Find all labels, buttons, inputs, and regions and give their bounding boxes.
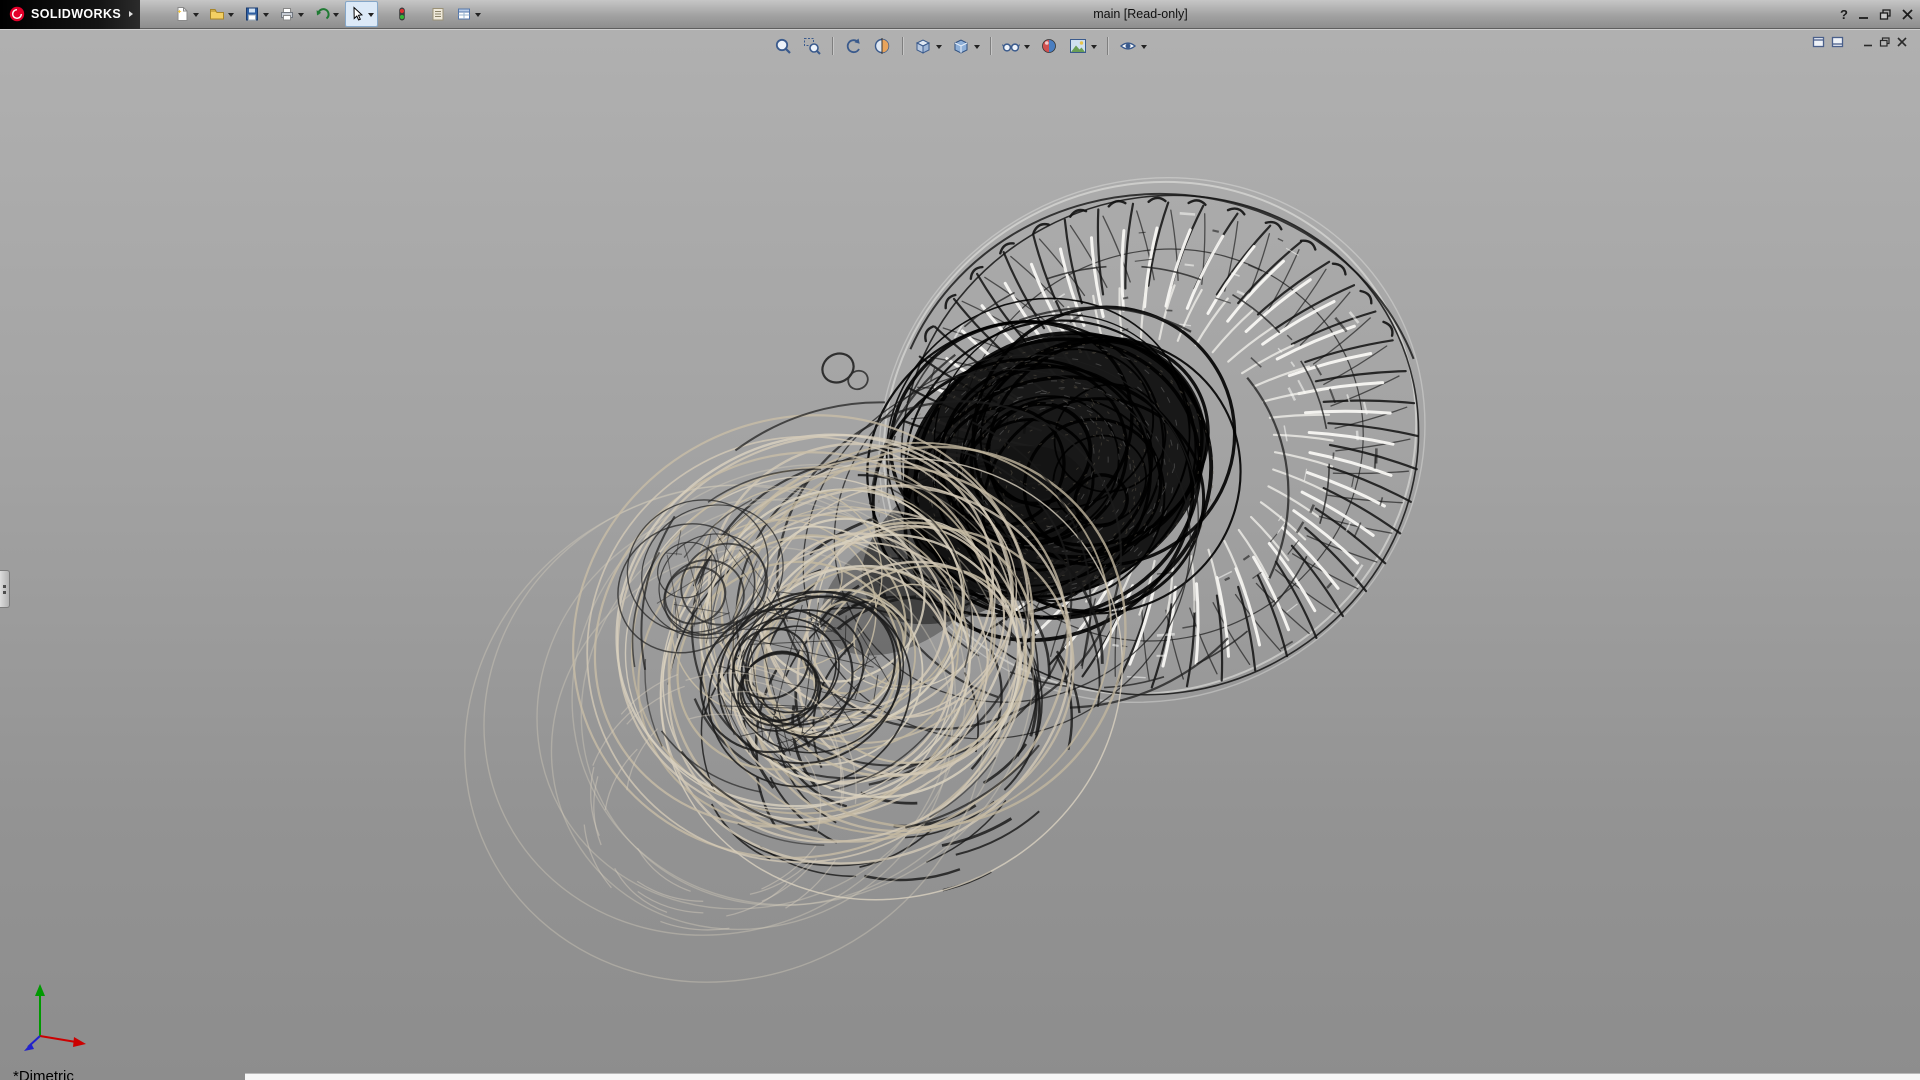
dropdown-caret-icon[interactable] — [974, 45, 980, 52]
zoom-to-area-button[interactable] — [799, 34, 825, 58]
feature-tree-collapsed-tab[interactable] — [0, 570, 10, 608]
print-button[interactable] — [275, 1, 308, 27]
glasses-icon — [1001, 36, 1021, 56]
print-icon — [279, 6, 295, 22]
appearance-ball-icon — [1039, 36, 1059, 56]
new-document-button[interactable] — [170, 1, 203, 27]
edit-appearance-button[interactable] — [1036, 34, 1062, 58]
select-cursor-icon — [349, 6, 365, 22]
options-sheet-button[interactable] — [452, 1, 485, 27]
dropdown-caret-icon[interactable] — [475, 13, 481, 20]
new-document-icon — [174, 6, 190, 22]
minimize-icon — [1857, 9, 1870, 20]
toolbar-separator — [902, 37, 903, 55]
close-button[interactable] — [1901, 9, 1914, 20]
display-style-cube-icon — [951, 36, 971, 56]
section-view-icon — [872, 36, 892, 56]
open-button[interactable] — [205, 1, 238, 27]
toolbar-separator — [1107, 37, 1108, 55]
save-icon — [244, 6, 260, 22]
document-window-controls — [1812, 36, 1908, 48]
doc-window-up-icon — [1812, 36, 1826, 48]
help-button[interactable]: ? — [1840, 0, 1848, 29]
logo-expand-arrow-icon[interactable] — [129, 11, 133, 17]
undo-button[interactable] — [310, 1, 343, 27]
previous-view-button[interactable] — [840, 34, 866, 58]
hide-show-items-button[interactable] — [998, 34, 1033, 58]
toolbar-separator — [990, 37, 991, 55]
toolbar-separator — [832, 37, 833, 55]
status-bar-strip — [245, 1073, 1920, 1080]
scene-icon — [1068, 36, 1088, 56]
select-tool-button[interactable] — [345, 1, 378, 27]
dropdown-caret-icon[interactable] — [333, 13, 339, 20]
restore-button[interactable] — [1879, 9, 1892, 20]
doc-minimize-icon — [1862, 37, 1874, 47]
close-icon — [1901, 9, 1914, 20]
standard-toolbar — [170, 1, 485, 27]
dropdown-caret-icon[interactable] — [1024, 45, 1030, 52]
doc-restore-icon — [1879, 37, 1891, 47]
minimize-button[interactable] — [1857, 9, 1870, 20]
zoom-to-area-icon — [802, 36, 822, 56]
orientation-triad — [22, 980, 106, 1052]
view-orientation-cube-icon — [913, 36, 933, 56]
dropdown-caret-icon[interactable] — [368, 13, 374, 20]
engine-wireframe-model[interactable] — [0, 30, 1920, 1080]
doc-window-down-icon — [1831, 36, 1845, 48]
previous-view-icon — [843, 36, 863, 56]
restore-icon — [1879, 9, 1892, 20]
open-folder-icon — [209, 6, 225, 22]
window-title: main [Read-only] — [1093, 0, 1188, 29]
dassault-systemes-logo-icon — [8, 5, 26, 23]
doc-close-icon — [1896, 37, 1908, 47]
stoplight-icon — [394, 6, 410, 22]
doc-close-button[interactable] — [1896, 37, 1908, 47]
heads-up-toolbar — [770, 34, 1150, 58]
doc-restore-button[interactable] — [1879, 37, 1891, 47]
zoom-to-fit-button[interactable] — [770, 34, 796, 58]
dropdown-caret-icon[interactable] — [228, 13, 234, 20]
dropdown-caret-icon[interactable] — [1091, 45, 1097, 52]
file-properties-icon — [430, 6, 446, 22]
solidworks-logo[interactable]: SOLIDWORKS — [0, 0, 140, 29]
eye-icon — [1118, 36, 1138, 56]
apply-scene-button[interactable] — [1065, 34, 1100, 58]
stoplight-button[interactable] — [390, 1, 414, 27]
doc-window-up-button[interactable] — [1812, 36, 1826, 48]
solidworks-window: SOLIDWORKS — [0, 0, 1920, 1080]
dropdown-caret-icon[interactable] — [936, 45, 942, 52]
view-orientation-button[interactable] — [910, 34, 945, 58]
tab-grip-dot — [3, 591, 6, 594]
graphics-viewport[interactable]: *Dimetric — [0, 29, 1920, 1080]
save-button[interactable] — [240, 1, 273, 27]
title-bar: SOLIDWORKS — [0, 0, 1920, 29]
dropdown-caret-icon[interactable] — [263, 13, 269, 20]
brand-text: SOLIDWORKS — [31, 7, 121, 21]
file-properties-button[interactable] — [426, 1, 450, 27]
tab-grip-dot — [3, 585, 6, 588]
section-view-button[interactable] — [869, 34, 895, 58]
dropdown-caret-icon[interactable] — [298, 13, 304, 20]
doc-minimize-button[interactable] — [1862, 37, 1874, 47]
view-settings-button[interactable] — [1115, 34, 1150, 58]
orientation-label: *Dimetric — [13, 1068, 74, 1080]
display-style-button[interactable] — [948, 34, 983, 58]
undo-arrow-icon — [314, 6, 330, 22]
window-controls: ? — [1840, 0, 1914, 29]
zoom-to-fit-icon — [773, 36, 793, 56]
dropdown-caret-icon[interactable] — [1141, 45, 1147, 52]
dropdown-caret-icon[interactable] — [193, 13, 199, 20]
options-sheet-icon — [456, 6, 472, 22]
doc-window-down-button[interactable] — [1831, 36, 1845, 48]
